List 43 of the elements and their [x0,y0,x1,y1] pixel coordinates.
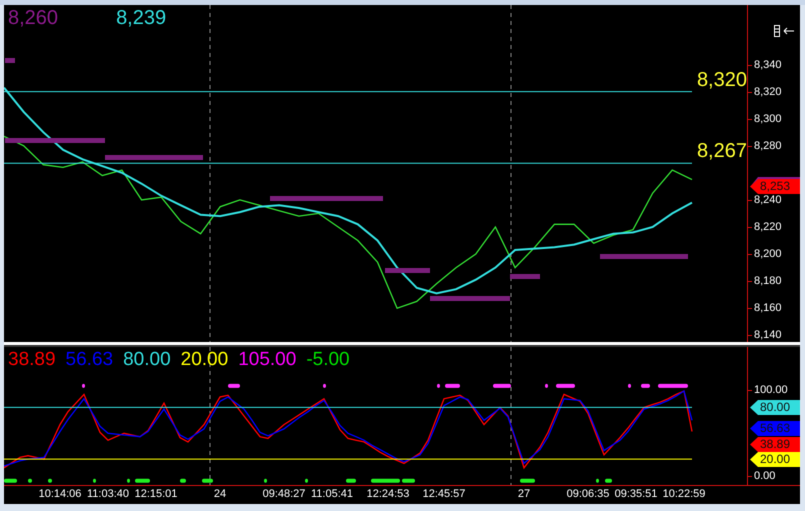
time-label: 11:05:41 [311,488,353,500]
volume-marker-drawing [385,268,430,273]
legend-value: 8,239 [116,7,166,30]
time-label: 09:06:35 [566,488,610,500]
value-tag: 8,253 [750,179,800,194]
time-label: 11:03:40 [87,488,129,500]
axis-label: 8,320 [754,84,782,99]
legend-value: 38.89 [8,349,56,371]
time-label: 27 [518,488,530,500]
axis-label: 8,200 [754,247,782,262]
time-label: 12:24:53 [366,488,410,500]
axis-label: 8,180 [754,274,782,288]
value-tag: 20.00 [750,452,800,467]
volume-marker-drawing [510,274,540,279]
time-label: 12:15:01 [134,488,178,500]
panel-menu-icon[interactable] [774,25,796,37]
time-label: 12:45:57 [422,488,466,500]
legend-value: 8,260 [8,7,58,30]
axis-label: 8,220 [754,220,782,234]
level-label: 8,267 [696,140,747,162]
legend-value: 56.63 [66,349,114,371]
legend-value: 105.00 [238,349,296,371]
time-label: 10:14:06 [38,488,82,500]
axis-label: 8,340 [754,58,782,72]
axis-label: 8,140 [754,328,782,342]
axis-label: 8,280 [754,138,782,153]
time-label: 09:48:27 [262,488,306,500]
legend-value: 80.00 [123,349,171,371]
time-label: 10:22:59 [662,488,706,500]
axis-label: 8,160 [754,301,782,316]
legend-value: 20.00 [180,349,228,371]
axis-label: 8,300 [754,112,782,126]
value-tag: 56.63 [750,421,800,436]
axis-label: 100.00 [754,383,788,398]
time-label: 24 [214,488,226,500]
time-label: 09:35:51 [614,488,658,500]
level-label: 8,320 [696,68,747,91]
axis-label: 0.00 [754,469,776,484]
volume-marker-drawing [5,58,15,63]
legend-value: -5.00 [306,349,350,371]
value-tag: 38.89 [750,437,800,452]
axis-label: 8,240 [754,192,782,207]
value-tag: 80.00 [750,400,800,415]
